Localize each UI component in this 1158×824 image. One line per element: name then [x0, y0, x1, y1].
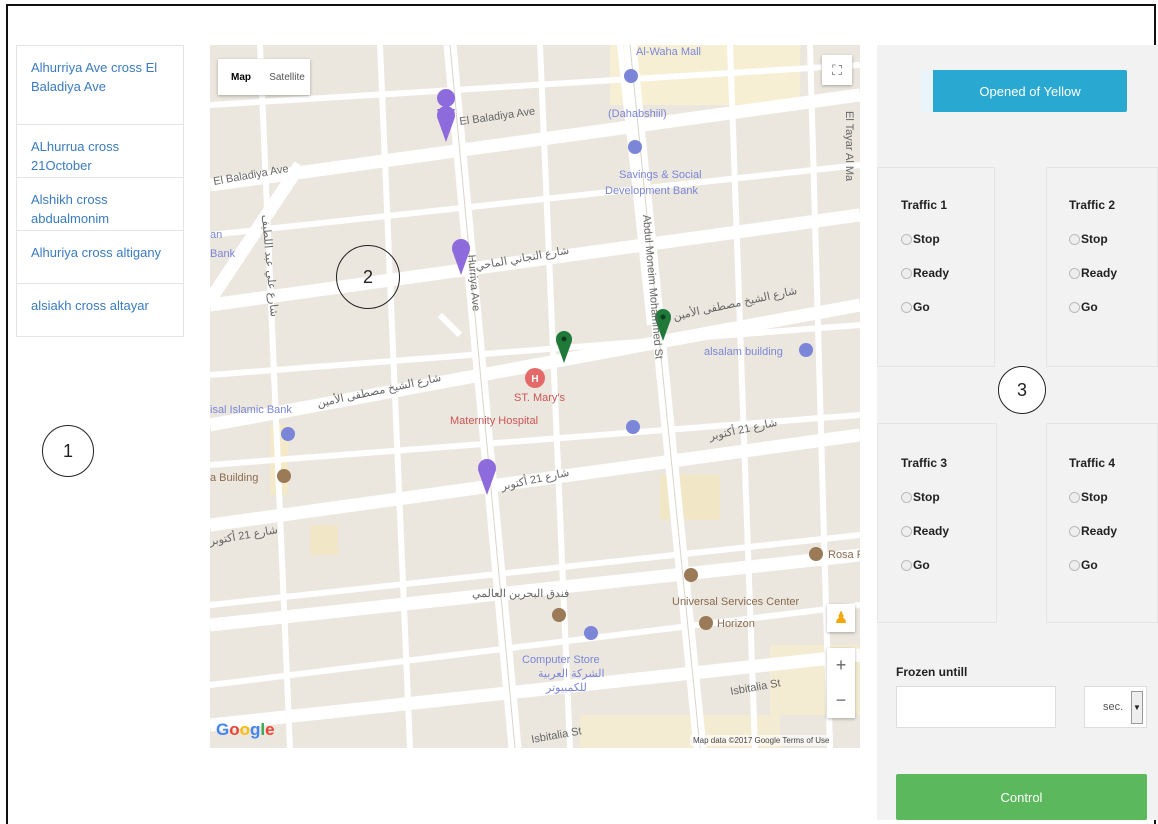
label-bank-1: an: [210, 229, 222, 241]
intersection-item[interactable]: Alhurriya Ave cross El Baladiya Ave: [17, 46, 183, 125]
traffic-3-stop[interactable]: Stop: [901, 480, 996, 514]
traffic-4-stop[interactable]: Stop: [1069, 480, 1157, 514]
traffic-4-title: Traffic 4: [1069, 456, 1116, 470]
map-attribution[interactable]: Map data ©2017 Google Terms of Use: [690, 735, 833, 746]
traffic-3-ready[interactable]: Ready: [901, 514, 996, 548]
zoom-control: + −: [827, 648, 855, 718]
radio-icon[interactable]: [901, 233, 912, 245]
traffic-1-stop[interactable]: Stop: [901, 222, 994, 256]
unit-select-value: sec.: [1103, 701, 1124, 713]
traffic-2-card: Traffic 2 Stop Ready Go: [1046, 167, 1158, 367]
frozen-duration-input[interactable]: [896, 686, 1056, 728]
annotation-circle-2: 2: [336, 245, 400, 309]
radio-icon[interactable]: [901, 301, 912, 313]
option-label: Go: [913, 300, 930, 314]
option-label: Stop: [1081, 490, 1108, 504]
map-view[interactable]: H El Baladiya Ave El Baladiya Ave Al-Wah…: [210, 45, 860, 748]
option-label: Ready: [913, 524, 950, 538]
option-label: Ready: [1081, 524, 1118, 538]
label-ar-hotel: فندق البحرين العالمي: [472, 588, 569, 600]
label-savings-2: Development Bank: [605, 185, 698, 197]
google-logo: Google: [216, 720, 275, 739]
intersection-list: Alhurriya Ave cross El Baladiya Ave ALhu…: [16, 45, 184, 337]
radio-icon[interactable]: [1069, 233, 1080, 245]
traffic-2-ready[interactable]: Ready: [1069, 256, 1157, 290]
label-tayar: El Tayar Al Ma: [843, 111, 855, 182]
option-label: Ready: [913, 266, 950, 280]
traffic-3-title: Traffic 3: [901, 456, 948, 470]
radio-icon[interactable]: [1069, 267, 1080, 279]
label-horizon: Horizon: [717, 618, 755, 630]
option-label: Ready: [1081, 266, 1118, 280]
annotation-circle-1: 1: [42, 425, 94, 477]
label-computer-3: للكمبيوتر: [545, 682, 587, 694]
radio-icon[interactable]: [901, 267, 912, 279]
radio-icon[interactable]: [901, 559, 912, 571]
map-canvas: H El Baladiya Ave El Baladiya Ave Al-Wah…: [210, 45, 860, 748]
label-bank-2: Bank: [210, 248, 236, 260]
traffic-1-title: Traffic 1: [901, 198, 948, 212]
intersection-item[interactable]: ALhurrua cross 21October: [17, 125, 183, 178]
traffic-4-go[interactable]: Go: [1069, 548, 1157, 582]
option-label: Go: [1081, 300, 1098, 314]
traffic-2-title: Traffic 2: [1069, 198, 1116, 212]
traffic-1-go[interactable]: Go: [901, 290, 994, 324]
fullscreen-icon[interactable]: ⛶: [822, 55, 852, 85]
radio-icon[interactable]: [901, 491, 912, 503]
traffic-4-card: Traffic 4 Stop Ready Go: [1046, 423, 1158, 623]
label-wadi-mall: Al-Waha Mall: [636, 46, 701, 58]
frozen-label: Frozen untill: [896, 665, 968, 679]
zoom-out-icon[interactable]: −: [827, 683, 855, 718]
label-universal: Universal Services Center: [672, 596, 799, 608]
option-label: Go: [913, 558, 930, 572]
zoom-in-icon[interactable]: +: [827, 648, 855, 683]
intersection-item[interactable]: Alhuriya cross altigany: [17, 231, 183, 284]
radio-icon[interactable]: [1069, 525, 1080, 537]
label-salam: alsalam building: [704, 346, 783, 358]
label-building: a Building: [210, 472, 258, 484]
annotation-circle-3: 3: [998, 366, 1046, 414]
map-type-map[interactable]: Map: [218, 59, 264, 95]
label-savings-1: Savings & Social: [619, 169, 702, 181]
label-islamic-bank: isal Islamic Bank: [210, 404, 292, 416]
traffic-3-go[interactable]: Go: [901, 548, 996, 582]
option-label: Stop: [913, 232, 940, 246]
option-label: Stop: [1081, 232, 1108, 246]
radio-icon[interactable]: [1069, 491, 1080, 503]
label-rosa: Rosa F: [828, 549, 860, 561]
intersection-item[interactable]: alsiakh cross altayar: [17, 284, 183, 336]
option-label: Go: [1081, 558, 1098, 572]
intersection-item[interactable]: Alshikh cross abdualmonim: [17, 178, 183, 231]
label-dahabshil: (Dahabshiil): [608, 108, 667, 120]
control-panel: Opened of Yellow Traffic 1 Stop Ready Go…: [877, 45, 1158, 820]
radio-icon[interactable]: [1069, 301, 1080, 313]
traffic-1-card: Traffic 1 Stop Ready Go: [877, 167, 995, 367]
traffic-2-go[interactable]: Go: [1069, 290, 1157, 324]
pegman-icon[interactable]: ♟: [827, 604, 855, 632]
radio-icon[interactable]: [1069, 559, 1080, 571]
traffic-3-card: Traffic 3 Stop Ready Go: [877, 423, 997, 623]
option-label: Stop: [913, 490, 940, 504]
unit-select[interactable]: sec. ▼: [1084, 686, 1147, 728]
label-stmary-1: ST. Mary's: [514, 392, 565, 404]
radio-icon[interactable]: [901, 525, 912, 537]
control-button[interactable]: Control: [896, 774, 1147, 820]
traffic-4-ready[interactable]: Ready: [1069, 514, 1157, 548]
traffic-2-stop[interactable]: Stop: [1069, 222, 1157, 256]
traffic-1-ready[interactable]: Ready: [901, 256, 994, 290]
map-type-control: Map Satellite: [218, 59, 310, 95]
label-computer-2: الشركة العربية: [538, 668, 605, 680]
chevron-down-icon[interactable]: ▼: [1131, 691, 1143, 724]
svg-text:H: H: [531, 374, 538, 385]
map-type-satellite[interactable]: Satellite: [264, 59, 310, 95]
label-stmary-2: Maternity Hospital: [450, 415, 538, 427]
mode-button[interactable]: Opened of Yellow: [921, 70, 1127, 112]
label-computer-1: Computer Store: [522, 654, 600, 666]
